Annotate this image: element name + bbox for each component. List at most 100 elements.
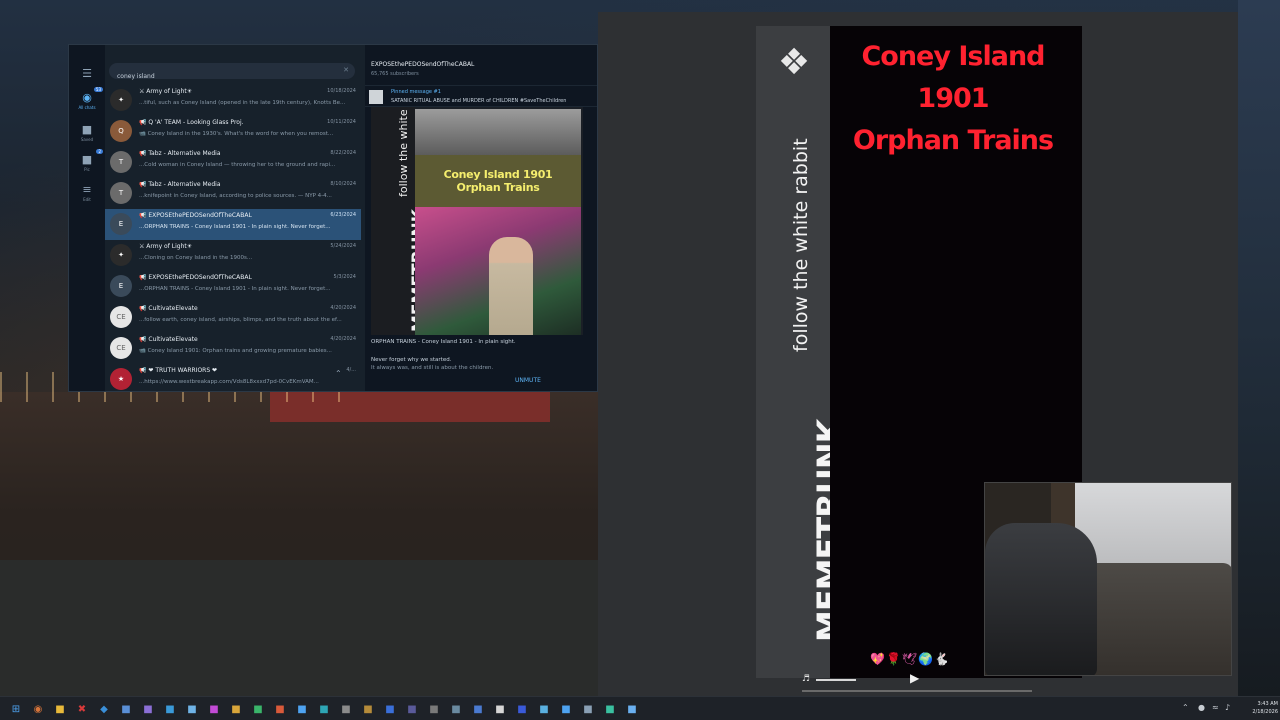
- chat-result-item[interactable]: Q 📢 Q 'A' TEAM - Looking Glass Proj. 10/11…: [105, 116, 361, 147]
- video-side-strip: ❖ follow the white rabbit MEMETRUNK: [756, 26, 848, 678]
- chat-result-item[interactable]: ★ 📢 ❤ TRUTH WARRIORS ❤ 4/... ...https://www…: [105, 364, 361, 391]
- taskbar-app-icon[interactable]: ■: [206, 701, 222, 717]
- video-vertical-text: follow the white rabbit: [790, 138, 812, 352]
- app-icon[interactable]: ◆: [96, 701, 112, 717]
- chat-result-item[interactable]: ✦ ⚔ Army of Light☀ 5/24/2024 ...Cloning on …: [105, 240, 361, 271]
- chat-name: ⚔ Army of Light☀: [139, 243, 193, 250]
- wifi-icon[interactable]: ≈: [1212, 703, 1219, 712]
- message-text-line: ORPHAN TRAINS - Coney Island 1901 - In p…: [371, 339, 516, 345]
- webcam-sofa: [1075, 563, 1231, 675]
- taskbar-app-icon[interactable]: ■: [536, 701, 552, 717]
- tray-chevron-icon[interactable]: ⌃: [1182, 703, 1189, 712]
- scroll-up-icon[interactable]: ⌃: [335, 369, 342, 378]
- chat-snippet: ...Cold woman in Coney Island — throwing…: [139, 162, 336, 168]
- hamburger-icon: ☰: [82, 66, 92, 80]
- taskbar-app-icon[interactable]: ■: [162, 701, 178, 717]
- folder-icon: ■: [81, 153, 93, 166]
- chat-snippet: 📹 Coney Island in the 1930's. What's the…: [139, 131, 334, 137]
- unmute-button[interactable]: UNMUTE: [515, 377, 541, 384]
- chat-avatar: ★: [110, 368, 132, 390]
- taskbar-app-icon[interactable]: ■: [250, 701, 266, 717]
- telegram-window: ☰ ◉ All chats 53 ■ Saved ■ Pic 2 ≡ Edit …: [68, 44, 598, 392]
- chat-result-item[interactable]: T 📢 Tabz - Alternative Media 8/10/2024 ...k…: [105, 178, 361, 209]
- chat-result-item[interactable]: CE 📢 CultivateElevate 4/20/2024 ...follow e…: [105, 302, 361, 333]
- chat-name: 📢 Q 'A' TEAM - Looking Glass Proj.: [139, 119, 244, 126]
- chat-date: 10/11/2024: [327, 119, 356, 125]
- chat-snippet: ...Cloning on Coney Island in the 1900s.…: [139, 255, 253, 261]
- folder-edit[interactable]: ≡ Edit: [73, 179, 101, 207]
- chat-result-item[interactable]: ✦ ⚔ Army of Light☀ 10/18/2024 ...tiful, suc…: [105, 85, 361, 116]
- taskbar-app-icon[interactable]: ■: [470, 701, 486, 717]
- chat-result-item[interactable]: T 📢 Tabz - Alternative Media 8/22/2024 ...C…: [105, 147, 361, 178]
- folder-saved[interactable]: ■ Saved: [73, 119, 101, 147]
- taskbar-app-icon[interactable]: ■: [404, 701, 420, 717]
- channel-title[interactable]: EXPOSEthePEDOSendOfTheCABAL: [371, 61, 474, 68]
- chat-avatar: CE: [110, 337, 132, 359]
- chat-name: 📢 Tabz - Alternative Media: [139, 181, 221, 188]
- folder-label: Pic: [84, 167, 90, 172]
- chat-date: 5/24/2024: [330, 243, 356, 249]
- chat-result-item[interactable]: E 📢 EXPOSEthePEDOSendOfTheCABAL 5/3/2024..…: [105, 271, 361, 302]
- chat-name: 📢 CultivateElevate: [139, 305, 198, 312]
- chat-result-item[interactable]: E 📢 EXPOSEthePEDOSendOfTheCABAL 6/23/2024.…: [105, 209, 361, 240]
- menu-button[interactable]: ☰: [73, 59, 101, 87]
- browser-icon[interactable]: ◉: [30, 701, 46, 717]
- taskbar-app-icon[interactable]: ■: [272, 701, 288, 717]
- chat-avatar: E: [110, 275, 132, 297]
- taskbar-app-icon[interactable]: ■: [294, 701, 310, 717]
- video-title: Coney Island 1901 Orphan Trains: [830, 36, 1076, 162]
- taskbar-app-icon[interactable]: ■: [514, 701, 530, 717]
- chat-snippet: 📹 Coney Island 1901: Orphan trains and g…: [139, 348, 332, 354]
- taskbar-app-icon[interactable]: ■: [140, 701, 156, 717]
- chat-avatar: Q: [110, 120, 132, 142]
- taskbar-app-icon[interactable]: ■: [602, 701, 618, 717]
- taskbar-app-icon[interactable]: ■: [382, 701, 398, 717]
- folder-all-chats[interactable]: ◉ All chats 53: [73, 87, 103, 115]
- folder-pic[interactable]: ■ Pic 2: [73, 149, 103, 177]
- chat-date: 8/10/2024: [330, 181, 356, 187]
- start-icon[interactable]: ⊞: [8, 701, 24, 717]
- message-text-line: Never forget why we started.: [371, 357, 452, 363]
- taskbar-app-icon[interactable]: ■: [228, 701, 244, 717]
- taskbar-app-icon[interactable]: ■: [580, 701, 596, 717]
- taskbar-app-icon[interactable]: ■: [316, 701, 332, 717]
- taskbar-app-icon[interactable]: ■: [492, 701, 508, 717]
- search-input[interactable]: [109, 68, 329, 85]
- taskbar-app-icon[interactable]: ■: [558, 701, 574, 717]
- folder-icon[interactable]: ■: [52, 701, 68, 717]
- taskbar-app-icon[interactable]: ■: [118, 701, 134, 717]
- preview-photo-top: [415, 109, 581, 155]
- chat-date: 4/20/2024: [330, 336, 356, 342]
- chat-snippet: ...follow earth, coney island, airships,…: [139, 317, 342, 323]
- pinned-message-bar[interactable]: Pinned message #1 SATANIC RITUAL ABUSE a…: [365, 85, 597, 107]
- taskbar-app-icon[interactable]: ■: [184, 701, 200, 717]
- taskbar: ⊞ ◉ ■ ✖ ◆ ■ ■ ■ ■ ■ ■ ■ ■ ■ ■ ■ ■ ■ ■ ■ ■ ■ ■ ■ ■ ■ ■ ■ ■ ⌃ ● ≈ ♪ 3:…: [0, 696, 1280, 720]
- x-icon[interactable]: ✖: [74, 701, 90, 717]
- preview-person: [489, 237, 533, 335]
- video-emojis: 💖🌹🕊🌍🐇: [870, 652, 950, 666]
- speaker-icon[interactable]: ♪: [1225, 703, 1230, 712]
- taskbar-app-icon[interactable]: ■: [624, 701, 640, 717]
- clear-icon[interactable]: ✕: [343, 66, 349, 74]
- progress-bar[interactable]: [802, 690, 1032, 692]
- taskbar-app-icon[interactable]: ■: [360, 701, 376, 717]
- folder-label: All chats: [78, 105, 96, 110]
- chat-avatar: E: [110, 213, 132, 235]
- preview-vertical-text: follow the white rabbit: [397, 107, 410, 197]
- system-clock[interactable]: 3:43 AM 2/18/2026: [1238, 700, 1278, 716]
- webcam-gaming-chair: [985, 523, 1097, 675]
- preview-caption: Coney Island 1901 Orphan Trains: [415, 155, 581, 207]
- volume-slider[interactable]: [816, 679, 856, 681]
- taskbar-app-icon[interactable]: ■: [426, 701, 442, 717]
- play-icon[interactable]: ▶: [910, 671, 919, 685]
- search-results-list: ✦ ⚔ Army of Light☀ 10/18/2024 ...tiful, suc…: [105, 85, 361, 391]
- chat-avatar: ✦: [110, 244, 132, 266]
- taskbar-app-icon[interactable]: ■: [448, 701, 464, 717]
- microphone-icon[interactable]: ●: [1198, 703, 1205, 712]
- taskbar-app-icon[interactable]: ■: [338, 701, 354, 717]
- chat-result-item[interactable]: CE 📢 CultivateElevate 4/20/2024 📹 Coney Isl…: [105, 333, 361, 364]
- volume-icon[interactable]: ♬: [802, 674, 810, 684]
- pinned-label: Pinned message #1: [391, 89, 441, 95]
- message-text-line: It always was, and still is about the ch…: [371, 365, 494, 371]
- video-message-preview[interactable]: follow the white rabbit MEMETRUNK Coney …: [371, 107, 583, 335]
